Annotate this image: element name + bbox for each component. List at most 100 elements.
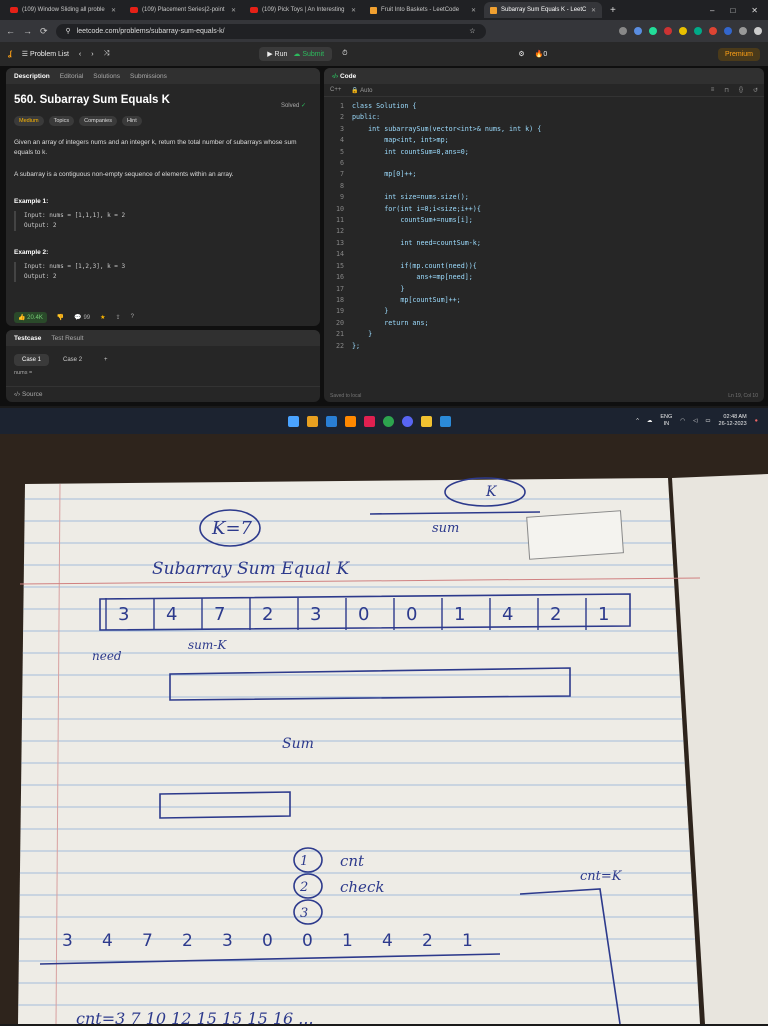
browser-tab[interactable]: (109) Placement Series|2-point ✕: [124, 2, 242, 18]
code-line[interactable]: 14: [324, 249, 764, 260]
streak-counter[interactable]: 🔥0: [535, 50, 548, 58]
close-icon[interactable]: ✕: [591, 7, 596, 14]
vlc-icon[interactable]: [345, 415, 356, 427]
extension-icon[interactable]: [634, 27, 642, 35]
tab-editorial[interactable]: Editorial: [60, 73, 83, 80]
tab-description[interactable]: Description: [14, 73, 50, 80]
browser-tab[interactable]: (109) Window Sliding all proble ✕: [4, 2, 122, 18]
forward-icon[interactable]: →: [23, 26, 32, 36]
reload-icon[interactable]: ⟳: [40, 26, 48, 37]
hint-pill[interactable]: Hint: [121, 116, 142, 126]
code-line[interactable]: 8: [324, 181, 764, 192]
profile-avatar[interactable]: [754, 27, 762, 35]
code-line[interactable]: 15 if(mp.count(need)){: [324, 261, 764, 272]
format-icon[interactable]: ≡: [711, 87, 715, 93]
discord-icon[interactable]: [402, 415, 413, 427]
code-line[interactable]: 21 }: [324, 329, 764, 340]
extension-icon[interactable]: [649, 27, 657, 35]
chevron-up-icon[interactable]: ^: [636, 418, 639, 424]
code-editor[interactable]: 1 class Solution {2 public: 3 int subarrayS…: [324, 97, 764, 352]
autocomplete-toggle[interactable]: 🔒 Auto: [351, 87, 372, 94]
language-select[interactable]: C++: [330, 87, 341, 93]
code-line[interactable]: 2 public:: [324, 112, 764, 123]
notification-bell-icon[interactable]: ●: [755, 418, 758, 424]
volume-icon[interactable]: ◁: [693, 418, 697, 424]
code-line[interactable]: 20 return ans;: [324, 318, 764, 329]
browser-tab[interactable]: (109) Pick Toys | An Interesting ✕: [244, 2, 362, 18]
close-icon[interactable]: ✕: [231, 7, 236, 14]
close-window-button[interactable]: ✕: [751, 6, 758, 15]
leetcode-logo-icon[interactable]: ʆ: [8, 51, 12, 58]
tab-testcase[interactable]: Testcase: [14, 335, 41, 342]
run-button[interactable]: ▶ Run: [267, 50, 287, 58]
tab-solutions[interactable]: Solutions: [93, 73, 120, 80]
code-line[interactable]: 7 mp[0]++;: [324, 169, 764, 180]
minimize-button[interactable]: –: [710, 6, 714, 15]
problem-list-button[interactable]: ☰ Problem List: [22, 50, 69, 58]
chrome-icon[interactable]: [383, 415, 394, 427]
code-line[interactable]: 18 mp[countSum]++;: [324, 295, 764, 306]
extension-icon[interactable]: [709, 27, 717, 35]
windows-start-icon[interactable]: [288, 415, 299, 427]
clock[interactable]: 02:48 AM 26-12-2023: [719, 414, 747, 428]
code-line[interactable]: 19 }: [324, 306, 764, 317]
code-line[interactable]: 17 }: [324, 284, 764, 295]
back-icon[interactable]: ←: [6, 26, 15, 36]
prev-problem-icon[interactable]: ‹: [79, 51, 81, 58]
companies-pill[interactable]: Companies: [79, 116, 117, 126]
code-line[interactable]: 3 int subarraySum(vector<int>& nums, int…: [324, 124, 764, 135]
extension-icon[interactable]: [664, 27, 672, 35]
browser-tab-active[interactable]: Subarray Sum Equals K - LeetC ✕: [484, 2, 602, 18]
share-icon[interactable]: ⇪: [116, 314, 121, 321]
extension-icon[interactable]: [694, 27, 702, 35]
extension-icon[interactable]: [739, 27, 747, 35]
settings-icon[interactable]: ⚙: [518, 50, 524, 58]
tab-test-result[interactable]: Test Result: [51, 335, 83, 342]
cloud-icon[interactable]: ☁: [647, 418, 653, 424]
like-button[interactable]: 👍 20.4K: [14, 311, 47, 323]
case-2-tab[interactable]: Case 2: [55, 354, 90, 366]
code-line[interactable]: 16 ans+=mp[need];: [324, 272, 764, 283]
favorite-star-icon[interactable]: ★: [100, 314, 105, 321]
shuffle-icon[interactable]: ⤨: [104, 50, 110, 58]
next-problem-icon[interactable]: ›: [91, 51, 93, 58]
code-line[interactable]: 9 int size=nums.size();: [324, 192, 764, 203]
new-tab-button[interactable]: +: [604, 5, 622, 16]
add-case-button[interactable]: +: [96, 354, 116, 366]
extension-icon[interactable]: [679, 27, 687, 35]
language-indicator[interactable]: ENG IN: [660, 414, 672, 428]
topics-pill[interactable]: Topics: [48, 116, 75, 126]
wifi-icon[interactable]: ◠: [680, 418, 685, 424]
extension-icon[interactable]: [724, 27, 732, 35]
tab-submissions[interactable]: Submissions: [130, 73, 167, 80]
code-line[interactable]: 6: [324, 158, 764, 169]
braces-icon[interactable]: {}: [739, 87, 743, 93]
code-line[interactable]: 13 int need=countSum-k;: [324, 238, 764, 249]
code-line[interactable]: 10 for(int i=0;i<size;i++){: [324, 204, 764, 215]
app-icon[interactable]: [364, 415, 375, 427]
premium-button[interactable]: Premium: [717, 47, 760, 61]
bookmark-star-icon[interactable]: ☆: [469, 27, 475, 35]
code-line[interactable]: 1 class Solution {: [324, 101, 764, 112]
code-line[interactable]: 22};: [324, 341, 764, 352]
code-line[interactable]: 12: [324, 226, 764, 237]
reset-icon[interactable]: ↺: [753, 87, 758, 94]
vscode-icon[interactable]: [326, 415, 337, 427]
close-icon[interactable]: ✕: [471, 7, 476, 14]
dislike-icon[interactable]: 👎: [57, 314, 64, 321]
timer-icon[interactable]: ⏱: [342, 50, 347, 58]
file-explorer-icon[interactable]: [421, 415, 432, 427]
battery-icon[interactable]: ▭: [705, 418, 710, 424]
search-app-icon[interactable]: [307, 415, 318, 427]
help-icon[interactable]: ?: [131, 314, 134, 320]
bookmark-icon[interactable]: ⊓: [724, 87, 729, 94]
site-info-icon[interactable]: ⚲: [66, 27, 71, 35]
extension-icon[interactable]: [619, 27, 627, 35]
comments-button[interactable]: 💬 99: [74, 314, 90, 321]
code-line[interactable]: 4 map<int, int>mp;: [324, 135, 764, 146]
source-button[interactable]: ‹/› Source: [14, 391, 43, 398]
close-icon[interactable]: ✕: [351, 7, 356, 14]
browser-tab[interactable]: Fruit Into Baskets - LeetCode ✕: [364, 2, 482, 18]
close-icon[interactable]: ✕: [111, 7, 116, 14]
case-1-tab[interactable]: Case 1: [14, 354, 50, 366]
